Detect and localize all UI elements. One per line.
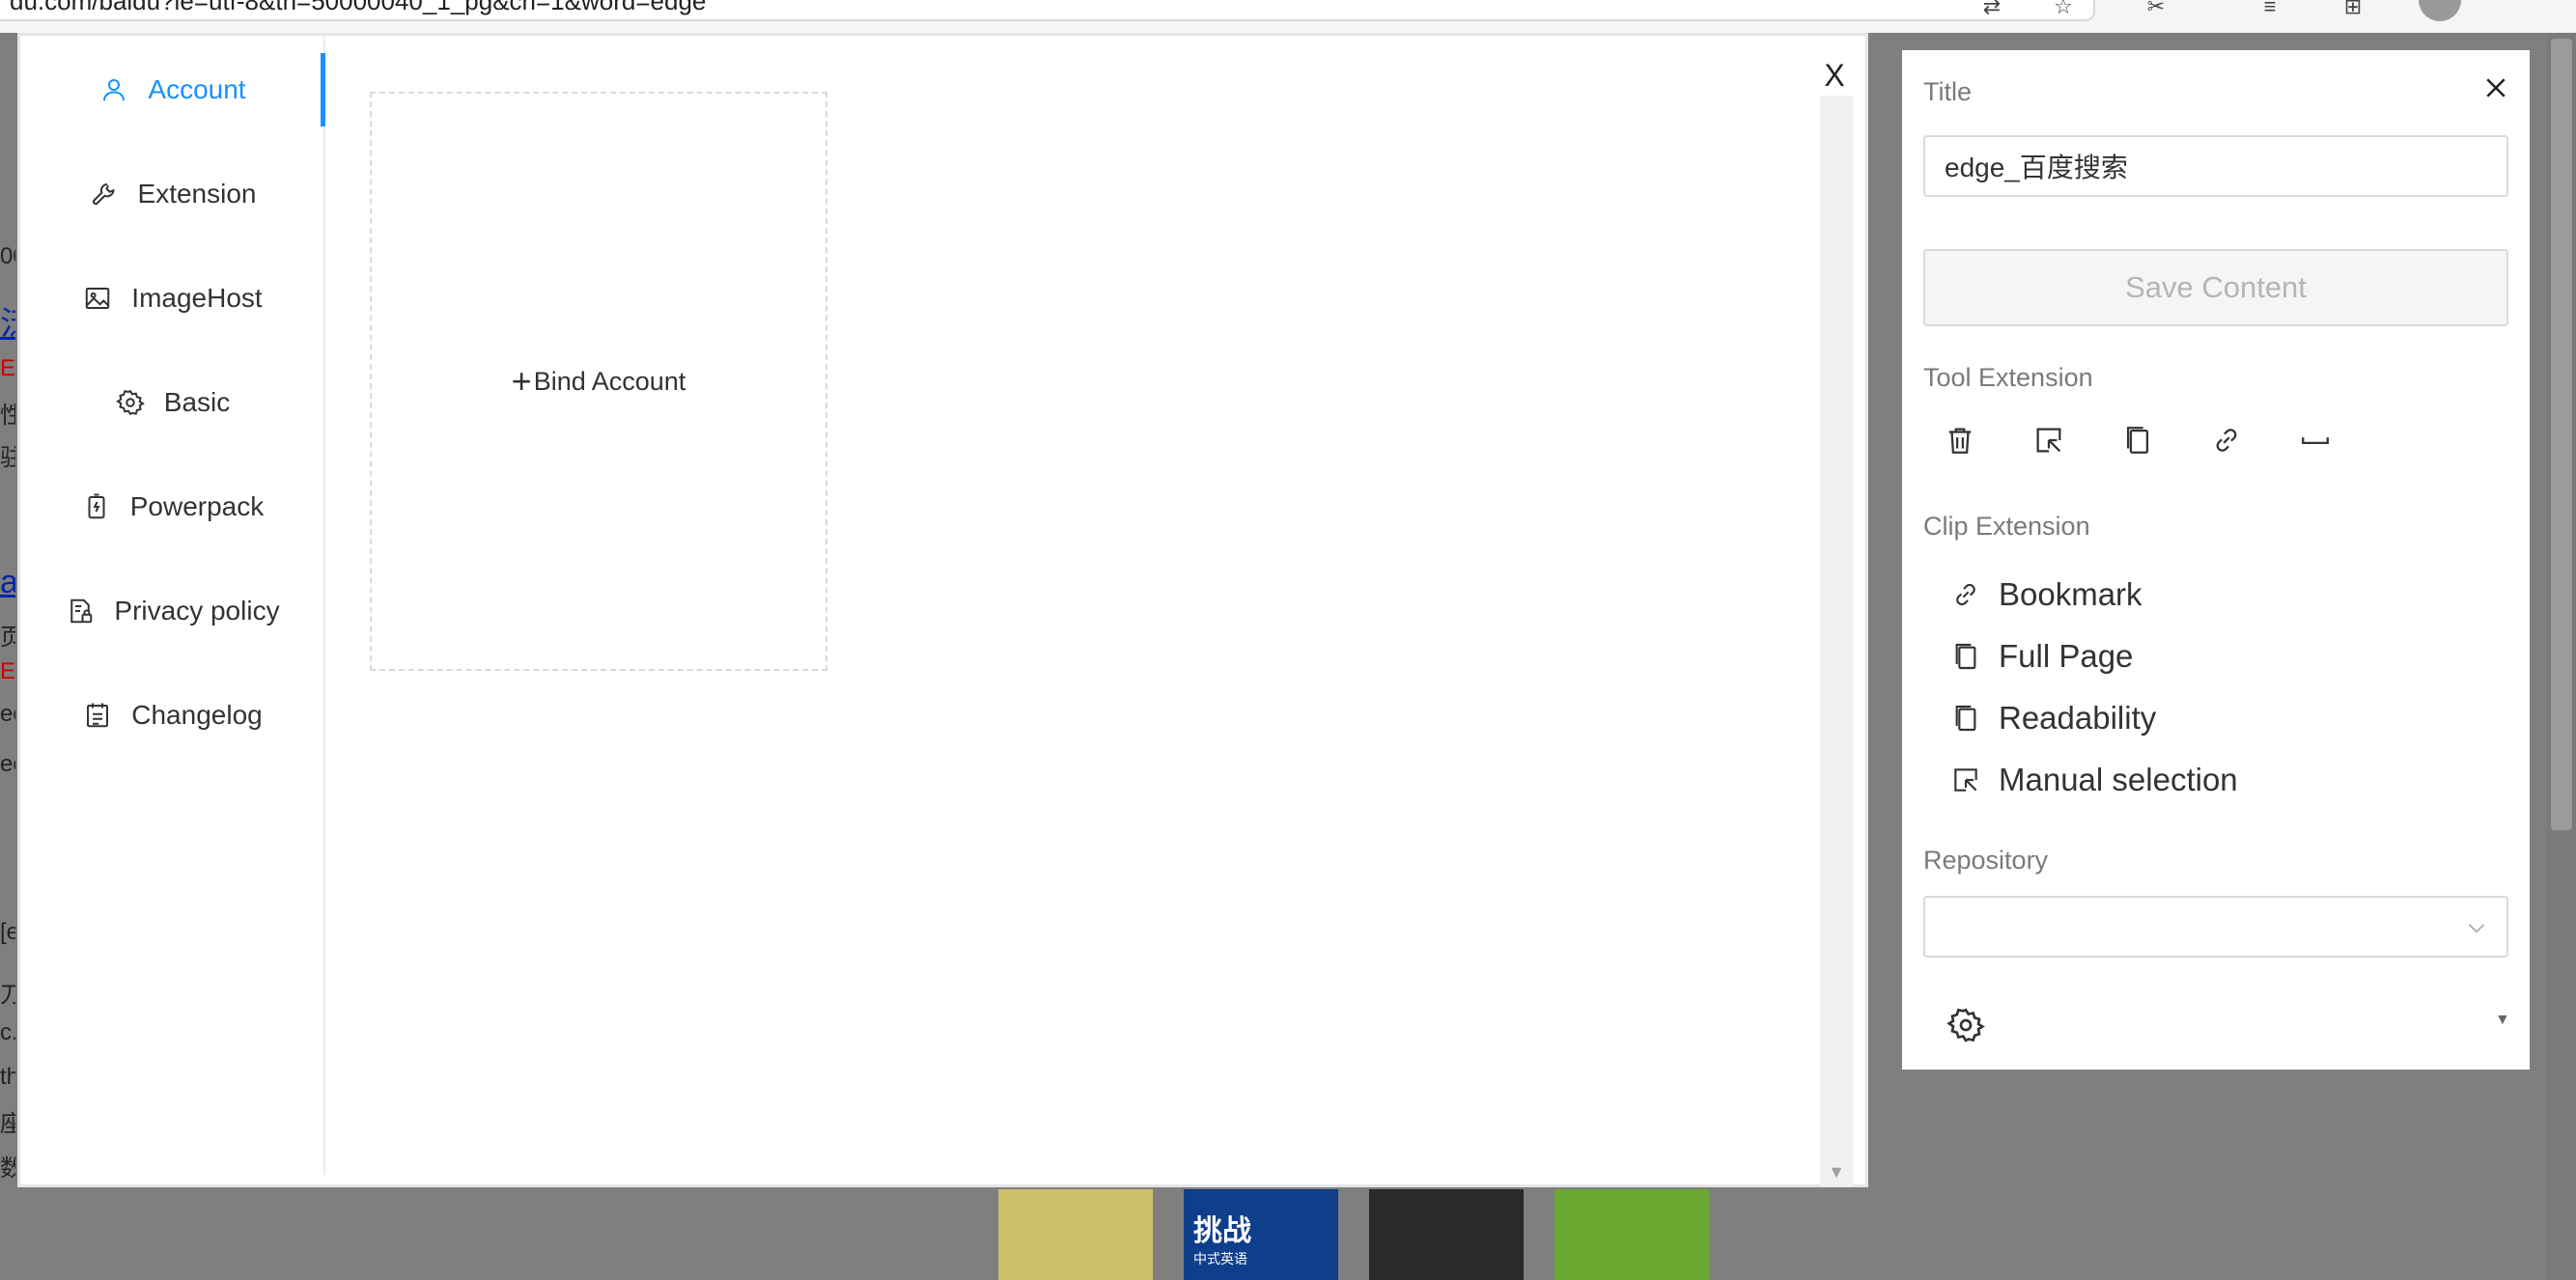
select-icon [1954,768,1977,792]
nav-item-extension[interactable]: Extension [20,165,325,223]
clipper-panel: Title Save Content Tool Extension Clip E… [1902,50,2530,1070]
nav-item-powerpack[interactable]: Powerpack [20,478,325,536]
battery-icon [82,492,111,521]
close-icon [2486,78,2506,97]
bind-account-button[interactable]: + Bind Account [370,92,827,671]
nav-item-label: Privacy policy [114,596,280,626]
nav-item-label: Powerpack [129,491,265,521]
bg-text: 00 [0,243,15,269]
thumbnail-subtitle: 中式英语 [1193,1251,1247,1266]
modal-scrollbar[interactable]: ▼ [1820,96,1853,1186]
save-content-button[interactable]: Save Content [1923,249,2508,326]
nav-item-privacy-policy[interactable]: Privacy policy [20,582,325,640]
caret-down-icon[interactable]: ▼ [2495,1012,2510,1029]
bg-text: 性 [0,403,15,429]
bg-text: 刀 [0,982,15,1008]
clip-item-full-page[interactable]: Full Page [1950,633,2133,680]
bg-text: 座 [0,1111,15,1137]
clip-item-label: Bookmark [1999,576,2142,612]
thumbnail-image[interactable] [1554,1189,1709,1280]
dash-icon[interactable] [2296,421,2335,459]
gear-icon [115,388,145,417]
plus-icon: + [511,361,532,401]
page-scrollbar-thumb[interactable] [2551,39,2572,830]
bg-text: 页 [0,625,15,651]
link-icon [1956,583,1975,606]
translate-icon[interactable]: ⇄ [1977,0,2006,17]
thumbnail-title: 挑战 [1193,1215,1251,1247]
clip-extension-label: Clip Extension [1923,512,2090,541]
privacy-icon [66,597,95,626]
bg-text: 驻 [0,445,15,471]
trash-icon[interactable] [1941,421,1979,459]
nav-item-basic[interactable]: Basic [20,374,325,431]
tool-extension-row [1941,421,2335,459]
nav-item-label: Changelog [131,700,263,730]
star-icon[interactable]: ☆ [2049,0,2078,17]
user-icon [99,75,128,104]
gear-icon [1946,1008,1985,1043]
nav-item-imagehost[interactable]: ImageHost [20,269,325,327]
address-bar[interactable]: du.com/baidu?ie=utf-8&tn=50000040_1_pg&c… [0,0,2095,21]
profile-avatar[interactable] [2419,0,2461,21]
thumbnail-image[interactable] [998,1189,1153,1280]
repository-select[interactable] [1923,896,2508,958]
nav-item-label: Basic [163,387,231,417]
bg-text: c. [0,1019,15,1045]
collections-icon[interactable]: ⊞ [2338,0,2367,17]
copy-icon [1955,643,1976,670]
chevron-down-icon [2468,924,2485,933]
nav-item-label: Extension [137,179,257,209]
repository-label: Repository [1923,846,2049,875]
title-label: Title [1923,77,1973,106]
nav-item-label: ImageHost [131,283,263,313]
bg-text: Ec [0,658,15,684]
bg-link: 泛 [0,297,15,345]
clip-item-manual-selection[interactable]: Manual selection [1950,757,2238,803]
close-modal-button[interactable]: X [1820,60,1849,91]
thumbnail-image[interactable]: 挑战 中式英语 [1184,1189,1338,1280]
browser-toolbar: du.com/baidu?ie=utf-8&tn=50000040_1_pg&c… [0,0,2576,33]
title-input[interactable] [1923,135,2508,197]
clip-item-bookmark[interactable]: Bookmark [1950,571,2142,618]
bg-text: Ec [0,355,15,381]
changelog-icon [83,701,112,730]
clip-item-label: Full Page [1999,638,2134,674]
bg-text: 数 [0,1155,15,1182]
copy-icon[interactable] [2118,421,2157,459]
clip-item-readability[interactable]: Readability [1950,695,2156,741]
bg-text: th [0,1064,15,1090]
bg-link: ac [0,564,15,600]
favorites-icon[interactable]: ≡ [2255,0,2284,17]
image-icon [83,284,112,313]
close-panel-button[interactable] [2481,73,2510,102]
settings-modal: Account Extension ImageHost Basic Powerp [17,33,1868,1187]
thumbnail-image[interactable] [1369,1189,1524,1280]
bg-text: ec [0,701,15,727]
nav-item-account[interactable]: Account [20,61,325,119]
bg-text: ec [0,751,15,777]
nav-item-changelog[interactable]: Changelog [20,686,325,744]
clip-item-label: Readability [1999,700,2157,736]
extensions-icon[interactable]: ✂ [2142,0,2170,17]
tool-extension-label: Tool Extension [1923,363,2093,392]
bg-text: [e [0,919,15,945]
wrench-icon [90,180,119,209]
link-icon[interactable] [2207,421,2246,459]
url-text: du.com/baidu?ie=utf-8&tn=50000040_1_pg&c… [10,0,707,15]
scroll-down-arrow-icon[interactable]: ▼ [1820,1162,1853,1183]
nav-item-label: Account [148,74,246,104]
bind-account-label: Bind Account [533,366,686,396]
select-icon[interactable] [2030,421,2068,459]
clip-item-label: Manual selection [1999,762,2238,797]
settings-gear-button[interactable] [1946,1006,1985,1044]
settings-nav: Account Extension ImageHost Basic Powerp [20,36,325,1175]
copy-icon [1955,705,1976,732]
